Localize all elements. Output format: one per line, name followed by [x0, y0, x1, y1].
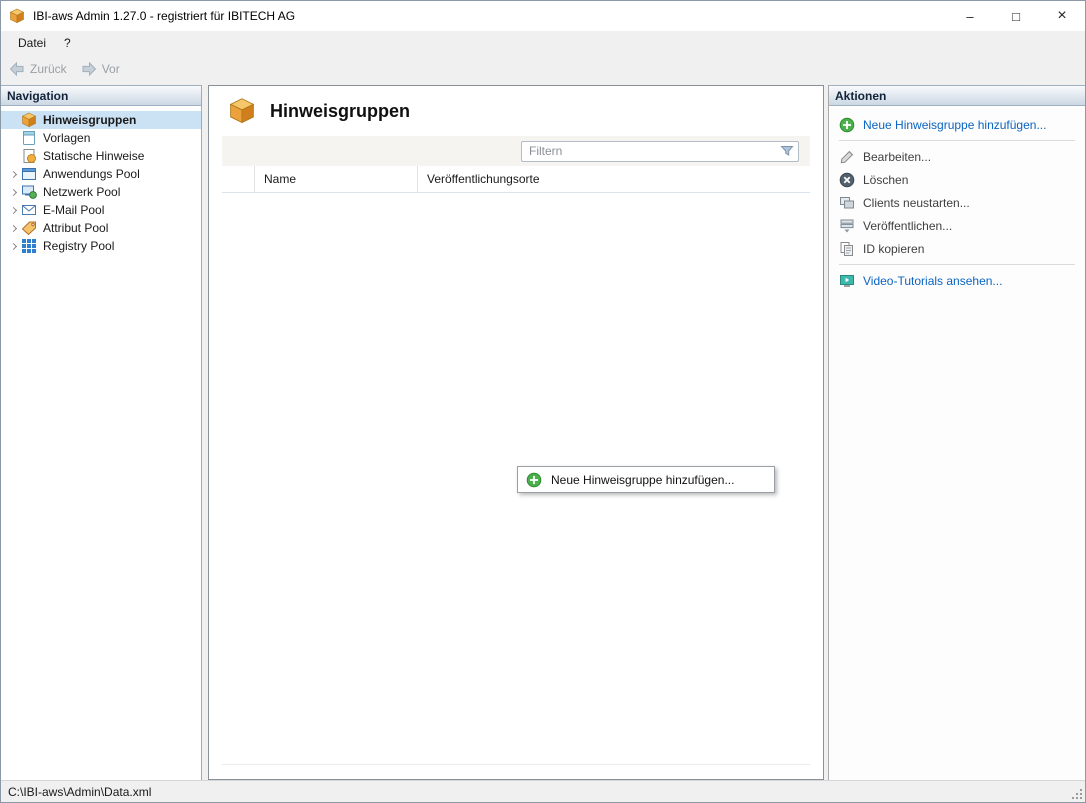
sidebar-item-label: Hinweisgruppen — [43, 113, 136, 127]
sidebar-item-attribut-pool[interactable]: Attribut Pool — [1, 219, 201, 237]
back-button[interactable]: Zurück — [9, 61, 67, 77]
titlebar: IBI-aws Admin 1.27.0 - registriert für I… — [1, 1, 1085, 31]
statusbar-path: C:\IBI-aws\Admin\Data.xml — [8, 785, 151, 799]
filter-band — [222, 136, 810, 166]
sidebar-item-hinweisgruppen[interactable]: Hinweisgruppen — [1, 111, 201, 129]
forward-arrow-icon — [81, 61, 97, 77]
back-arrow-icon — [9, 61, 25, 77]
actions-separator — [839, 140, 1075, 141]
anwendungs-pool-window-icon — [21, 166, 37, 182]
publish-icon — [839, 218, 855, 234]
column-header-icon — [222, 166, 254, 192]
forward-label: Vor — [102, 62, 120, 76]
chevron-right-icon — [6, 172, 21, 177]
minimize-button[interactable]: – — [947, 1, 993, 31]
table-header-row: Name Veröffentlichungsorte — [222, 166, 810, 193]
sidebar-item-label: Statische Hinweise — [43, 149, 144, 163]
window-controls: – □ × — [947, 1, 1085, 31]
sidebar-item-label: Vorlagen — [43, 131, 90, 145]
action-video-tutorials[interactable]: Video-Tutorials ansehen... — [829, 269, 1085, 292]
vorlagen-template-icon — [21, 130, 37, 146]
action-clients-neustarten[interactable]: Clients neustarten... — [829, 191, 1085, 214]
back-label: Zurück — [30, 62, 67, 76]
main-header: Hinweisgruppen — [209, 86, 823, 136]
chevron-right-icon — [6, 208, 21, 213]
edit-pencil-icon — [839, 149, 855, 165]
action-list: Neue Hinweisgruppe hinzufügen... Bearbei… — [829, 106, 1085, 292]
action-label: ID kopieren — [863, 242, 924, 256]
add-hinweisgruppe-floating-button[interactable]: Neue Hinweisgruppe hinzufügen... — [517, 466, 775, 493]
action-label: Video-Tutorials ansehen... — [863, 274, 1002, 288]
action-label: Veröffentlichen... — [863, 219, 952, 233]
navigation-toolbar: Zurück Vor — [1, 55, 1085, 83]
hinweisgruppen-box-icon — [227, 97, 257, 125]
sidebar-item-registry-pool[interactable]: Registry Pool — [1, 237, 201, 255]
page-title: Hinweisgruppen — [270, 101, 410, 122]
actions-separator — [839, 264, 1075, 265]
main-wrap: Hinweisgruppen Name V — [202, 85, 828, 780]
navigation-panel-header: Navigation — [1, 85, 201, 106]
column-header-name[interactable]: Name — [254, 166, 417, 192]
action-bearbeiten[interactable]: Bearbeiten... — [829, 145, 1085, 168]
window-title: IBI-aws Admin 1.27.0 - registriert für I… — [33, 9, 295, 23]
sidebar-item-email-pool[interactable]: E-Mail Pool — [1, 201, 201, 219]
action-label: Löschen — [863, 173, 908, 187]
sidebar-item-label: Registry Pool — [43, 239, 114, 253]
close-button[interactable]: × — [1039, 1, 1085, 31]
chevron-right-icon — [6, 244, 21, 249]
main-panel: Hinweisgruppen Name V — [208, 85, 824, 780]
video-tutorial-icon — [839, 273, 855, 289]
statische-hinweise-icon — [21, 148, 37, 164]
sidebar-item-netzwerk-pool[interactable]: Netzwerk Pool — [1, 183, 201, 201]
menu-datei[interactable]: Datei — [9, 31, 55, 55]
filter-input[interactable] — [522, 144, 779, 158]
clients-restart-icon — [839, 195, 855, 211]
action-label: Clients neustarten... — [863, 196, 970, 210]
delete-x-icon — [839, 172, 855, 188]
sidebar-item-vorlagen[interactable]: Vorlagen — [1, 129, 201, 147]
forward-button[interactable]: Vor — [81, 61, 120, 77]
statusbar: C:\IBI-aws\Admin\Data.xml — [1, 780, 1085, 802]
navigation-tree: Hinweisgruppen Vorlagen Statische Hinwei… — [1, 106, 201, 255]
email-pool-envelope-icon — [21, 202, 37, 218]
registry-pool-grid-icon — [21, 238, 37, 254]
attribut-pool-tag-icon — [21, 220, 37, 236]
add-plus-icon — [839, 117, 855, 133]
hinweisgruppen-box-icon — [21, 112, 37, 128]
sidebar-item-statische-hinweise[interactable]: Statische Hinweise — [1, 147, 201, 165]
action-label: Neue Hinweisgruppe hinzufügen... — [863, 118, 1046, 132]
app-box-icon — [9, 8, 27, 24]
add-plus-icon — [526, 472, 542, 488]
resize-grip-icon[interactable] — [1070, 787, 1083, 800]
sidebar-item-label: Attribut Pool — [43, 221, 108, 235]
netzwerk-pool-icon — [21, 184, 37, 200]
sidebar-item-label: Netzwerk Pool — [43, 185, 120, 199]
filter-funnel-icon[interactable] — [779, 143, 795, 159]
action-neue-hinweisgruppe[interactable]: Neue Hinweisgruppe hinzufügen... — [829, 113, 1085, 136]
chevron-right-icon — [6, 226, 21, 231]
chevron-right-icon — [6, 190, 21, 195]
app-body: Navigation Hinweisgruppen Vorlagen — [1, 83, 1085, 780]
sidebar-item-anwendungs-pool[interactable]: Anwendungs Pool — [1, 165, 201, 183]
sidebar-item-label: Anwendungs Pool — [43, 167, 140, 181]
sidebar-item-label: E-Mail Pool — [43, 203, 104, 217]
list-container: Name Veröffentlichungsorte Neue Hinweisg… — [222, 136, 810, 765]
floating-button-label: Neue Hinweisgruppe hinzufügen... — [551, 473, 734, 487]
menubar: Datei ? — [1, 31, 1085, 55]
menu-help[interactable]: ? — [55, 31, 80, 55]
navigation-panel: Navigation Hinweisgruppen Vorlagen — [1, 85, 202, 780]
filter-box — [521, 141, 799, 162]
app-window: IBI-aws Admin 1.27.0 - registriert für I… — [0, 0, 1086, 803]
action-id-kopieren[interactable]: ID kopieren — [829, 237, 1085, 260]
maximize-button[interactable]: □ — [993, 1, 1039, 31]
action-label: Bearbeiten... — [863, 150, 931, 164]
actions-panel: Aktionen Neue Hinweisgruppe hinzufügen..… — [828, 85, 1085, 780]
column-header-veroeffentlichungsorte[interactable]: Veröffentlichungsorte — [417, 166, 810, 192]
empty-list-area: Neue Hinweisgruppe hinzufügen... — [222, 193, 810, 764]
actions-panel-header: Aktionen — [829, 85, 1085, 106]
action-veroeffentlichen[interactable]: Veröffentlichen... — [829, 214, 1085, 237]
action-loeschen[interactable]: Löschen — [829, 168, 1085, 191]
copy-id-icon — [839, 241, 855, 257]
